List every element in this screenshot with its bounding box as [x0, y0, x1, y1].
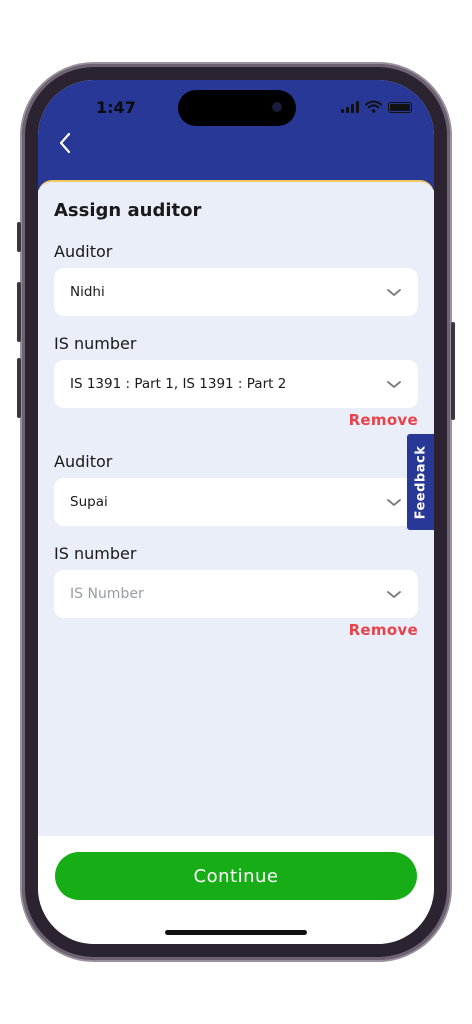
status-icons [341, 100, 412, 113]
is-number-select-2-placeholder: IS Number [70, 586, 144, 602]
auditor-label-2: Auditor [54, 452, 113, 471]
is-number-select-1[interactable]: IS 1391 : Part 1, IS 1391 : Part 2 [54, 360, 418, 408]
home-indicator[interactable] [165, 930, 307, 935]
chevron-down-icon [387, 381, 401, 388]
feedback-label: Feedback [413, 445, 429, 519]
app-screen: 1:47 Assign auditor Auditor Nidhi IS num… [38, 80, 434, 944]
camera-icon [272, 102, 282, 112]
auditor-select-2-value: Supai [70, 494, 108, 510]
auditor-select-1-value: Nidhi [70, 284, 105, 300]
wifi-icon [365, 100, 382, 113]
is-number-label-1: IS number [54, 334, 137, 353]
auditor-select-1[interactable]: Nidhi [54, 268, 418, 316]
phone-volume-up-button [17, 282, 21, 342]
is-number-label-2: IS number [54, 544, 137, 563]
chevron-down-icon [387, 591, 401, 598]
continue-button[interactable]: Continue [55, 852, 417, 900]
remove-button-1[interactable]: Remove [349, 411, 418, 429]
chevron-down-icon [387, 499, 401, 506]
chevron-down-icon [387, 289, 401, 296]
dynamic-island [178, 90, 296, 126]
back-button[interactable] [50, 128, 80, 158]
remove-button-2[interactable]: Remove [349, 621, 418, 639]
page-title: Assign auditor [54, 200, 202, 221]
status-time: 1:47 [96, 98, 136, 117]
app-header: 1:47 [38, 80, 434, 190]
signal-icon [341, 101, 359, 113]
is-number-select-1-value: IS 1391 : Part 1, IS 1391 : Part 2 [70, 376, 287, 392]
feedback-tab[interactable]: Feedback [407, 434, 434, 530]
phone-power-button [451, 322, 455, 420]
is-number-select-2[interactable]: IS Number [54, 570, 418, 618]
assign-auditor-panel: Assign auditor Auditor Nidhi IS number I… [38, 180, 434, 838]
auditor-select-2[interactable]: Supai [54, 478, 418, 526]
battery-icon [388, 102, 412, 113]
phone-action-button [17, 222, 21, 252]
phone-volume-down-button [17, 358, 21, 418]
chevron-left-icon [59, 132, 71, 154]
auditor-label-1: Auditor [54, 242, 113, 261]
footer: Continue [38, 836, 434, 944]
